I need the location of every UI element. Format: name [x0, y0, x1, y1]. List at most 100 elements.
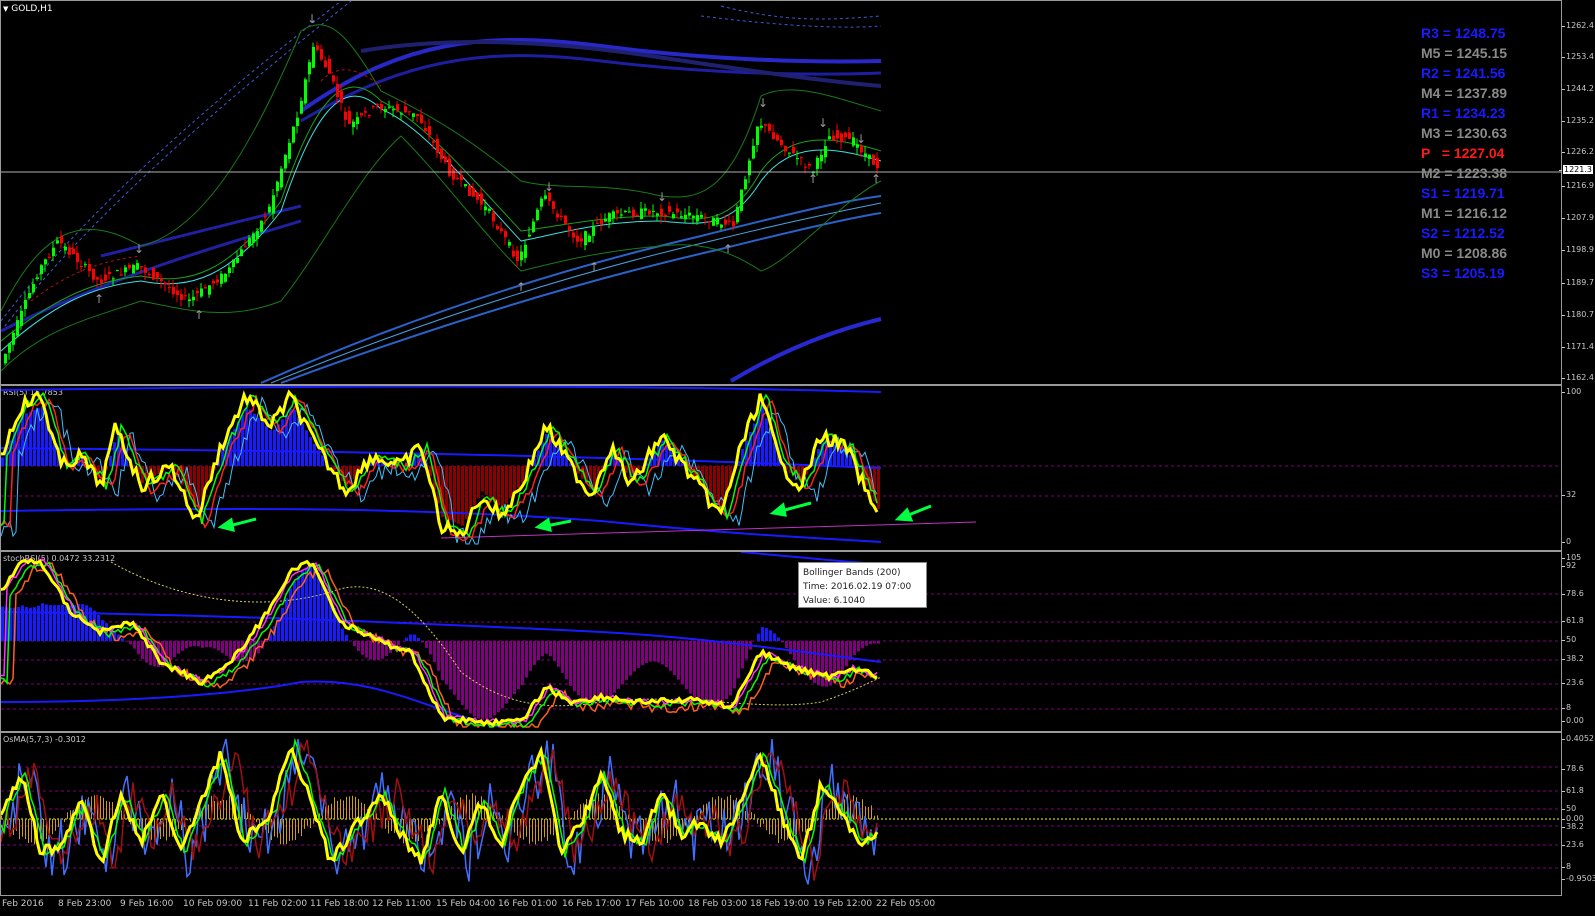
candle-body: [152, 267, 155, 280]
osma-hist-bar: [343, 800, 344, 819]
candle-body: [396, 104, 399, 111]
osma-hist-bar: [778, 819, 779, 844]
osma-hist-bar: [301, 819, 302, 837]
stoch-hist-bar: [501, 641, 504, 709]
rsi-svg: [1, 386, 1561, 545]
candle-body: [276, 181, 279, 192]
osma-hist-bar: [313, 819, 314, 824]
candle-body: [800, 157, 803, 159]
candle-body: [640, 208, 643, 219]
stoch-hist-bar: [609, 641, 612, 697]
candle-body: [416, 113, 419, 117]
candle-body: [360, 113, 363, 116]
stoch-hist-bar: [869, 641, 872, 645]
stochrsi-pane[interactable]: stochRSI(5) 0.0472 33.2312: [0, 551, 1562, 732]
candle-body: [192, 296, 195, 301]
candle-body: [116, 270, 119, 272]
candle-body: [188, 299, 191, 302]
candle-body: [232, 259, 235, 268]
osma-hist-bar: [346, 796, 347, 819]
stoch-hist-bar: [345, 634, 348, 641]
candle-body: [612, 211, 615, 219]
candle-body: [316, 45, 319, 50]
stoch-hist-bar: [125, 641, 128, 642]
candle-body: [96, 277, 99, 280]
candle-body: [772, 132, 775, 140]
osma-hist-bar: [223, 799, 224, 819]
stoch-hist-bar: [613, 641, 616, 693]
candle-body: [280, 168, 283, 188]
candle-body: [508, 242, 511, 246]
time-axis-label: 16 Feb 17:00: [562, 899, 622, 909]
candle-body: [748, 160, 751, 176]
stoch-hist-bar: [405, 637, 408, 641]
osma-hist-bar: [391, 819, 392, 831]
stoch-hist-bar: [513, 641, 516, 694]
stoch-hist-bar: [49, 605, 52, 641]
osma-hist-bar: [529, 819, 530, 844]
candle-body: [368, 115, 371, 117]
tooltip-value: Value: 6.1040: [803, 596, 866, 606]
osma-hist-bar: [22, 819, 23, 837]
candle-body: [436, 138, 439, 154]
svg-text:↓: ↓: [758, 96, 768, 110]
candle-body: [544, 195, 547, 199]
stoch-hist-bar: [465, 641, 468, 710]
time-axis-label: 16 Feb 01:00: [498, 899, 558, 909]
candle-body: [876, 158, 879, 169]
candle-body: [512, 250, 515, 257]
candle-body: [176, 290, 179, 295]
stoch-hist-bar: [757, 633, 760, 641]
rsi-hist-bar: [21, 415, 24, 466]
stoch-hist-bar: [413, 634, 416, 641]
candle-body: [212, 280, 215, 284]
svg-text:↓: ↓: [134, 242, 144, 256]
candle-body: [600, 219, 603, 225]
candle-body: [784, 146, 787, 152]
candle-body: [164, 282, 167, 285]
candle-body: [868, 154, 871, 159]
candle-body: [448, 158, 451, 176]
candle-body: [608, 213, 611, 222]
stoch-hist-bar: [209, 641, 212, 648]
osma-hist-bar: [850, 798, 851, 819]
candle-body: [112, 278, 115, 280]
osma-pane[interactable]: OsMA(5,7,3) -0.3012: [0, 732, 1562, 896]
osma-hist-bar: [106, 800, 107, 819]
rsi-hist-bar: [849, 454, 852, 466]
green-arrows: [217, 501, 932, 533]
stoch-hist-bar: [653, 641, 656, 662]
svg-text:↑: ↑: [808, 172, 818, 186]
rsi-pane[interactable]: RSI(5) 15.7853: [0, 385, 1562, 551]
stoch-hist-bar: [473, 641, 476, 717]
candle-body: [40, 265, 43, 275]
candle-body: [720, 224, 723, 228]
stoch-hist-bar: [637, 641, 640, 668]
stoch-hist-bar: [661, 641, 664, 665]
candle-body: [700, 214, 703, 218]
candle-body: [52, 247, 55, 256]
stoch-hist-bar: [265, 641, 268, 643]
price-chart-pane[interactable]: ▼ GOLD,H1 ↓ ↓ ↓ ↓ ↓ ↓ ↓ ↑ ↑ ↑ ↑ ↑ ↑ ↑ R3 = 1248.: [0, 0, 1562, 385]
stoch-hist-bar: [865, 641, 868, 646]
stoch-hist-bar: [485, 641, 488, 720]
time-axis-label: 10 Feb 09:00: [183, 899, 243, 909]
osma-hist-bar: [757, 819, 758, 824]
candle-body: [588, 235, 591, 242]
rsi-hist-bar: [517, 466, 520, 489]
osma-hist-bar: [805, 819, 806, 833]
candle-body: [516, 250, 519, 261]
stoch-hist-bar: [21, 605, 24, 641]
candle-body: [620, 214, 623, 216]
rsi-hist-bar: [565, 457, 568, 466]
price-chart-svg: ↓ ↓ ↓ ↓ ↓ ↓ ↓ ↑ ↑ ↑ ↑ ↑ ↑ ↑: [1, 1, 1561, 384]
candle-body: [104, 274, 107, 281]
stoch-hist-bar: [449, 641, 452, 690]
stoch-hist-bar: [797, 641, 800, 666]
stoch-hist-bar: [725, 641, 728, 699]
candle-body: [136, 263, 139, 270]
stoch-hist-bar: [845, 641, 848, 667]
osma-hist-bar: [256, 819, 257, 823]
time-axis-label: 9 Feb 16:00: [120, 899, 174, 909]
candle-body: [376, 103, 379, 106]
